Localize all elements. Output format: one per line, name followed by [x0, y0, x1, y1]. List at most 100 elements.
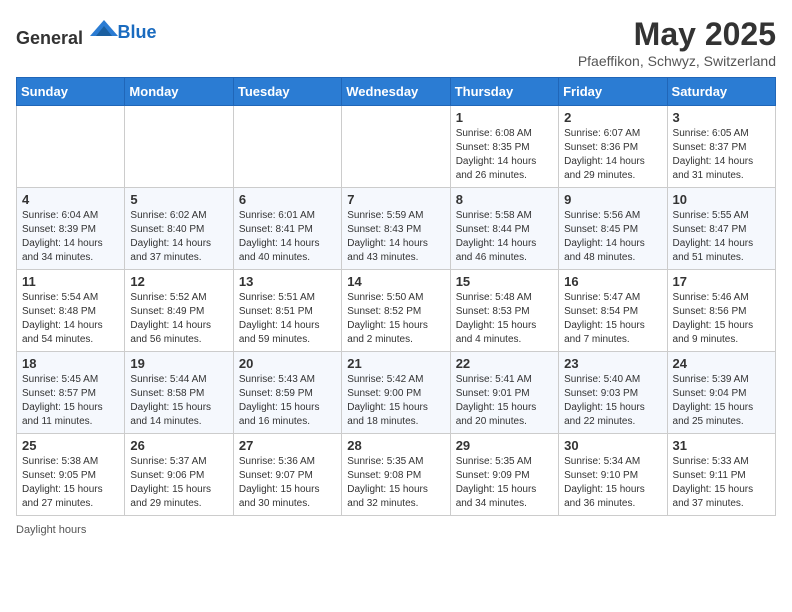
calendar-day-cell: 9 Sunrise: 5:56 AMSunset: 8:45 PMDaylight… — [559, 188, 667, 270]
daylight-hours-label: Daylight hours — [16, 524, 86, 536]
day-number: 16 — [564, 274, 661, 289]
calendar-day-cell: 30 Sunrise: 5:34 AMSunset: 9:10 PMDayligh… — [559, 434, 667, 516]
page-header: General Blue May 2025 Pfaeffikon, Schwyz… — [16, 16, 776, 69]
calendar-day-cell: 5 Sunrise: 6:02 AMSunset: 8:40 PMDaylight… — [125, 188, 233, 270]
day-number: 29 — [456, 438, 553, 453]
calendar-week-row: 18 Sunrise: 5:45 AMSunset: 8:57 PMDayligh… — [17, 352, 776, 434]
calendar-day-cell: 24 Sunrise: 5:39 AMSunset: 9:04 PMDayligh… — [667, 352, 775, 434]
calendar-day-cell: 29 Sunrise: 5:35 AMSunset: 9:09 PMDayligh… — [450, 434, 558, 516]
calendar-day-cell — [17, 106, 125, 188]
day-number: 12 — [130, 274, 227, 289]
day-info: Sunrise: 5:39 AMSunset: 9:04 PMDaylight:… — [673, 373, 770, 429]
calendar-day-cell: 13 Sunrise: 5:51 AMSunset: 8:51 PMDayligh… — [233, 270, 341, 352]
day-number: 30 — [564, 438, 661, 453]
day-info: Sunrise: 5:40 AMSunset: 9:03 PMDaylight:… — [564, 373, 661, 429]
day-info: Sunrise: 6:05 AMSunset: 8:37 PMDaylight:… — [673, 127, 770, 183]
logo-icon — [90, 16, 118, 44]
calendar-week-row: 25Sunrise: 5:38 AMSunset: 9:05 PMDayligh… — [17, 434, 776, 516]
logo: General Blue — [16, 16, 157, 49]
calendar-day-cell: 10 Sunrise: 5:55 AMSunset: 8:47 PMDayligh… — [667, 188, 775, 270]
day-info: Sunrise: 6:02 AMSunset: 8:40 PMDaylight:… — [130, 209, 227, 265]
calendar-day-cell: 21 Sunrise: 5:42 AMSunset: 9:00 PMDayligh… — [342, 352, 450, 434]
day-info: Sunrise: 5:37 AMSunset: 9:06 PMDaylight:… — [130, 455, 227, 511]
day-info: Sunrise: 6:01 AMSunset: 8:41 PMDaylight:… — [239, 209, 336, 265]
calendar-day-cell: 28Sunrise: 5:35 AMSunset: 9:08 PMDayligh… — [342, 434, 450, 516]
day-info: Sunrise: 5:51 AMSunset: 8:51 PMDaylight:… — [239, 291, 336, 347]
day-info: Sunrise: 5:33 AMSunset: 9:11 PMDaylight:… — [673, 455, 770, 511]
calendar-day-cell: 18 Sunrise: 5:45 AMSunset: 8:57 PMDayligh… — [17, 352, 125, 434]
calendar-week-row: 11 Sunrise: 5:54 AMSunset: 8:48 PMDayligh… — [17, 270, 776, 352]
logo-general: General — [16, 28, 83, 48]
day-number: 17 — [673, 274, 770, 289]
calendar-footer: Daylight hours — [16, 524, 776, 536]
day-number: 10 — [673, 192, 770, 207]
calendar-day-cell: 31 Sunrise: 5:33 AMSunset: 9:11 PMDayligh… — [667, 434, 775, 516]
calendar-day-cell: 19Sunrise: 5:44 AMSunset: 8:58 PMDayligh… — [125, 352, 233, 434]
calendar-day-cell: 27 Sunrise: 5:36 AMSunset: 9:07 PMDayligh… — [233, 434, 341, 516]
day-info: Sunrise: 5:38 AMSunset: 9:05 PMDaylight:… — [22, 455, 119, 511]
calendar-day-cell: 25Sunrise: 5:38 AMSunset: 9:05 PMDayligh… — [17, 434, 125, 516]
calendar-day-cell: 15Sunrise: 5:48 AMSunset: 8:53 PMDayligh… — [450, 270, 558, 352]
calendar-day-cell: 2 Sunrise: 6:07 AMSunset: 8:36 PMDaylight… — [559, 106, 667, 188]
day-number: 24 — [673, 356, 770, 371]
calendar-day-cell: 23 Sunrise: 5:40 AMSunset: 9:03 PMDayligh… — [559, 352, 667, 434]
day-info: Sunrise: 5:58 AMSunset: 8:44 PMDaylight:… — [456, 209, 553, 265]
day-info: Sunrise: 5:59 AMSunset: 8:43 PMDaylight:… — [347, 209, 444, 265]
day-info: Sunrise: 5:56 AMSunset: 8:45 PMDaylight:… — [564, 209, 661, 265]
day-info: Sunrise: 5:35 AMSunset: 9:09 PMDaylight:… — [456, 455, 553, 511]
day-info: Sunrise: 6:07 AMSunset: 8:36 PMDaylight:… — [564, 127, 661, 183]
day-info: Sunrise: 6:04 AMSunset: 8:39 PMDaylight:… — [22, 209, 119, 265]
day-number: 1 — [456, 110, 553, 125]
logo-blue: Blue — [118, 22, 157, 42]
calendar-day-cell: 4 Sunrise: 6:04 AMSunset: 8:39 PMDaylight… — [17, 188, 125, 270]
calendar-day-cell: 6 Sunrise: 6:01 AMSunset: 8:41 PMDaylight… — [233, 188, 341, 270]
calendar-header-row: SundayMondayTuesdayWednesdayThursdayFrid… — [17, 78, 776, 106]
calendar-day-cell — [125, 106, 233, 188]
title-block: May 2025 Pfaeffikon, Schwyz, Switzerland — [578, 16, 776, 69]
day-number: 21 — [347, 356, 444, 371]
day-number: 31 — [673, 438, 770, 453]
location-title: Pfaeffikon, Schwyz, Switzerland — [578, 53, 776, 69]
calendar-day-cell: 8 Sunrise: 5:58 AMSunset: 8:44 PMDaylight… — [450, 188, 558, 270]
day-number: 4 — [22, 192, 119, 207]
day-info: Sunrise: 6:08 AMSunset: 8:35 PMDaylight:… — [456, 127, 553, 183]
calendar-day-cell — [342, 106, 450, 188]
day-info: Sunrise: 5:36 AMSunset: 9:07 PMDaylight:… — [239, 455, 336, 511]
day-info: Sunrise: 5:45 AMSunset: 8:57 PMDaylight:… — [22, 373, 119, 429]
day-info: Sunrise: 5:35 AMSunset: 9:08 PMDaylight:… — [347, 455, 444, 511]
calendar-day-cell: 20Sunrise: 5:43 AMSunset: 8:59 PMDayligh… — [233, 352, 341, 434]
day-info: Sunrise: 5:41 AMSunset: 9:01 PMDaylight:… — [456, 373, 553, 429]
day-number: 23 — [564, 356, 661, 371]
day-number: 13 — [239, 274, 336, 289]
calendar-day-header: Sunday — [17, 78, 125, 106]
day-info: Sunrise: 5:44 AMSunset: 8:58 PMDaylight:… — [130, 373, 227, 429]
day-info: Sunrise: 5:47 AMSunset: 8:54 PMDaylight:… — [564, 291, 661, 347]
day-number: 27 — [239, 438, 336, 453]
day-number: 3 — [673, 110, 770, 125]
day-number: 20 — [239, 356, 336, 371]
calendar-day-cell: 17 Sunrise: 5:46 AMSunset: 8:56 PMDayligh… — [667, 270, 775, 352]
day-info: Sunrise: 5:42 AMSunset: 9:00 PMDaylight:… — [347, 373, 444, 429]
day-info: Sunrise: 5:34 AMSunset: 9:10 PMDaylight:… — [564, 455, 661, 511]
day-number: 14 — [347, 274, 444, 289]
day-info: Sunrise: 5:48 AMSunset: 8:53 PMDaylight:… — [456, 291, 553, 347]
calendar-day-header: Wednesday — [342, 78, 450, 106]
calendar-day-cell: 3 Sunrise: 6:05 AMSunset: 8:37 PMDaylight… — [667, 106, 775, 188]
day-number: 18 — [22, 356, 119, 371]
calendar-day-cell: 11 Sunrise: 5:54 AMSunset: 8:48 PMDayligh… — [17, 270, 125, 352]
day-info: Sunrise: 5:50 AMSunset: 8:52 PMDaylight:… — [347, 291, 444, 347]
calendar-day-cell — [233, 106, 341, 188]
day-number: 6 — [239, 192, 336, 207]
day-info: Sunrise: 5:52 AMSunset: 8:49 PMDaylight:… — [130, 291, 227, 347]
day-info: Sunrise: 5:54 AMSunset: 8:48 PMDaylight:… — [22, 291, 119, 347]
month-title: May 2025 — [578, 16, 776, 53]
day-number: 11 — [22, 274, 119, 289]
day-number: 26 — [130, 438, 227, 453]
day-number: 5 — [130, 192, 227, 207]
calendar-day-cell: 1 Sunrise: 6:08 AMSunset: 8:35 PMDaylight… — [450, 106, 558, 188]
day-number: 9 — [564, 192, 661, 207]
day-info: Sunrise: 5:46 AMSunset: 8:56 PMDaylight:… — [673, 291, 770, 347]
day-number: 2 — [564, 110, 661, 125]
day-info: Sunrise: 5:55 AMSunset: 8:47 PMDaylight:… — [673, 209, 770, 265]
day-number: 8 — [456, 192, 553, 207]
